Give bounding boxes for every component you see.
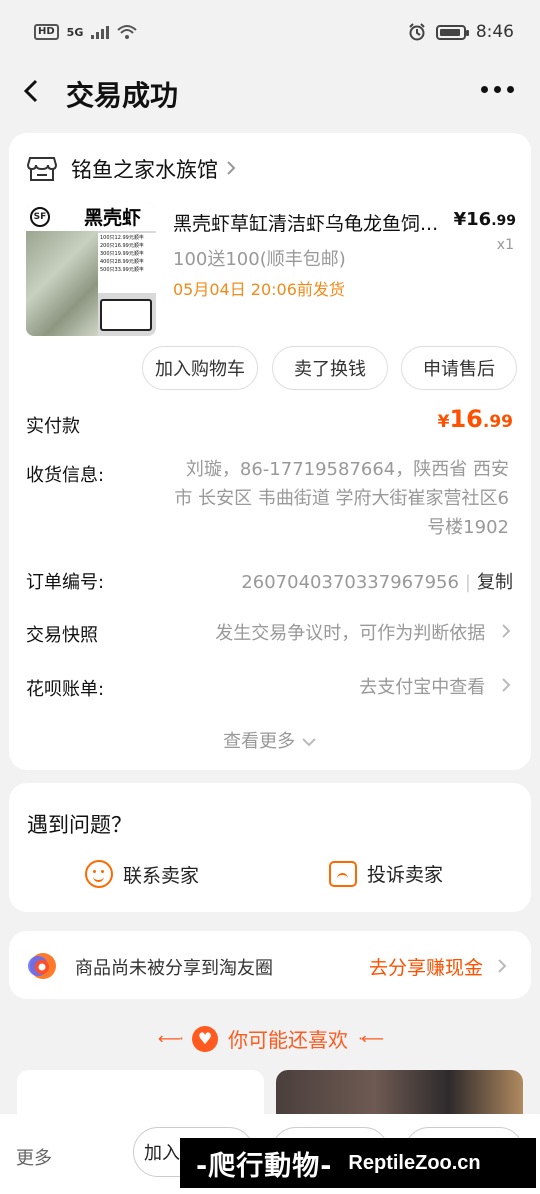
- chevron-right-icon: [498, 959, 507, 973]
- page-title: 交易成功: [66, 79, 179, 112]
- store-icon: [27, 157, 57, 181]
- snapshot-label: 交易快照: [26, 625, 98, 646]
- copy-button[interactable]: 复制: [477, 572, 513, 593]
- paid-label: 实付款: [26, 416, 80, 437]
- status-left: HD 5G: [34, 24, 138, 40]
- order-card: 铭鱼之家水族馆 SF 黑壳虾 100只12.99元顺丰 200只16.99元顺丰…: [9, 133, 531, 770]
- share-card[interactable]: 商品尚未被分享到淘友圈 去分享赚现金: [9, 931, 531, 999]
- product-price: ¥16.99: [453, 209, 516, 230]
- chevron-right-icon: [502, 678, 511, 692]
- deco-left: ⟵·: [157, 1029, 184, 1048]
- chevron-right-icon: [226, 157, 236, 181]
- product-title[interactable]: 黑壳虾草缸清洁虾乌龟龙鱼饲...: [173, 209, 463, 236]
- shrimp-photo: [26, 231, 98, 336]
- product-sku: 100送100(顺丰包邮): [173, 249, 346, 270]
- chevron-left-icon: [23, 79, 38, 103]
- wifi-icon: [117, 25, 138, 39]
- product-quantity: x1: [496, 237, 514, 253]
- thumbnail-title: 黑壳虾: [84, 207, 142, 229]
- truck-icon: [100, 299, 152, 331]
- chevron-right-icon: [502, 624, 511, 638]
- complain-seller-button[interactable]: 投诉卖家: [329, 860, 443, 887]
- watermark-cn: -爬行動物-: [196, 1150, 333, 1182]
- order-number: 2607040370337967956: [241, 572, 459, 593]
- contact-seller-button[interactable]: 联系卖家: [85, 860, 199, 888]
- shipping-address: 刘璇，86-17719587664，陕西省 西安市 长安区 韦曲街道 学府大街崔…: [174, 459, 509, 538]
- thumbnail-price-list: 100只12.99元顺丰 200只16.99元顺丰 300只19.99元顺丰 4…: [98, 233, 156, 293]
- signal-icon: [91, 25, 110, 39]
- huabei-link[interactable]: 去支付宝中查看: [359, 673, 513, 699]
- order-number-label: 订单编号:: [26, 572, 105, 593]
- sf-logo: SF: [30, 207, 50, 227]
- network-5g-icon: 5G: [66, 25, 84, 39]
- taoyou-circle-icon: [28, 953, 56, 979]
- alarm-icon: [409, 23, 425, 41]
- help-card: 遇到问题？ 联系卖家 投诉卖家: [9, 783, 531, 912]
- order-number-row: 2607040370337967956 | 复制: [241, 572, 513, 593]
- more-menu-icon[interactable]: [481, 86, 514, 93]
- deco-right: ·⟵: [358, 1029, 384, 1048]
- back-button[interactable]: [22, 79, 62, 109]
- recommend-header: ⟵· ♥ 你可能还喜欢 ·⟵: [0, 1024, 540, 1053]
- paid-amount: ¥16.99: [437, 405, 513, 433]
- status-right: 8:46: [408, 22, 514, 42]
- more-button[interactable]: 更多: [16, 1144, 52, 1170]
- clock: 8:46: [475, 22, 514, 42]
- complaint-icon: [329, 860, 357, 887]
- shop-name: 铭鱼之家水族馆: [71, 158, 218, 182]
- recommend-title: 你可能还喜欢: [228, 1028, 348, 1052]
- resell-button[interactable]: 卖了换钱: [272, 346, 388, 390]
- site-watermark: -爬行動物- ReptileZoo.cn: [180, 1138, 536, 1188]
- share-status-text: 商品尚未被分享到淘友圈: [75, 958, 273, 979]
- shipping-label: 收货信息:: [26, 465, 105, 486]
- shop-link[interactable]: 铭鱼之家水族馆: [27, 153, 236, 185]
- add-to-cart-button[interactable]: 加入购物车: [142, 346, 258, 390]
- status-bar: HD 5G 8:46: [0, 0, 540, 64]
- battery-fill: [439, 28, 460, 36]
- product-thumbnail[interactable]: SF 黑壳虾 100只12.99元顺丰 200只16.99元顺丰 300只19.…: [26, 203, 156, 336]
- huabei-label: 花呗账单:: [26, 679, 105, 700]
- heart-icon: ♥: [192, 1025, 218, 1052]
- battery-icon: [435, 24, 469, 40]
- watermark-en: ReptileZoo.cn: [348, 1151, 481, 1174]
- hd-icon: HD: [34, 24, 59, 40]
- see-more-button[interactable]: 查看更多: [9, 727, 531, 753]
- smile-icon: [85, 860, 113, 888]
- nav-bar: 交易成功: [0, 64, 540, 124]
- chevron-down-icon: [302, 738, 316, 747]
- after-sale-button[interactable]: 申请售后: [401, 346, 517, 390]
- ship-deadline: 05月04日 20:06前发货: [173, 280, 345, 299]
- help-title: 遇到问题？: [27, 813, 132, 837]
- snapshot-link[interactable]: 发生交易争议时，可作为判断依据: [215, 619, 513, 645]
- share-earn-button[interactable]: 去分享赚现金: [369, 953, 509, 980]
